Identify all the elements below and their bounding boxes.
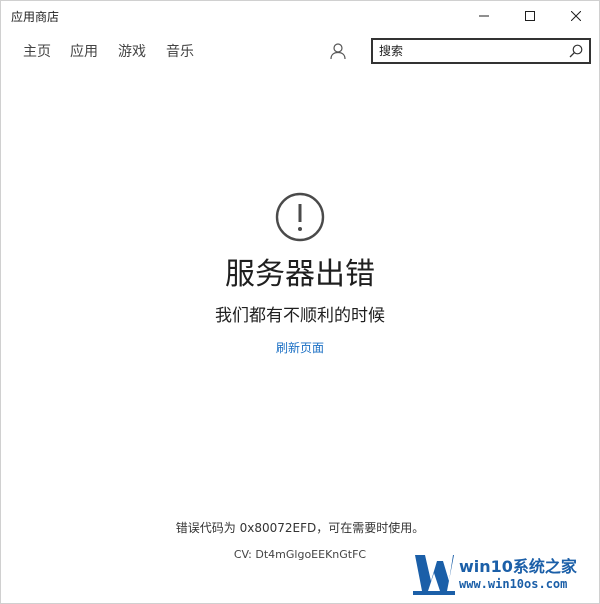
watermark: win10系统之家 www.win10os.com bbox=[413, 549, 597, 601]
error-title: 服务器出错 bbox=[225, 257, 375, 292]
maximize-button[interactable] bbox=[507, 1, 553, 31]
minimize-icon bbox=[479, 15, 489, 17]
search-button[interactable] bbox=[567, 42, 585, 60]
error-code-text: 错误代码为 0x80072EFD，可在需要时使用。 bbox=[175, 521, 425, 535]
app-window: 应用商店 主页 应用 游戏 音乐 搜索 服务器出错 我们都有不顺利的时候 刷新页… bbox=[0, 0, 600, 604]
minimize-button[interactable] bbox=[461, 1, 507, 31]
tab-home[interactable]: 主页 bbox=[23, 41, 51, 61]
nav-bar: 主页 应用 游戏 音乐 bbox=[1, 31, 599, 71]
tab-music[interactable]: 音乐 bbox=[166, 41, 194, 61]
watermark-url: www.win10os.com bbox=[459, 577, 568, 591]
tab-apps[interactable]: 应用 bbox=[70, 41, 98, 61]
exclamation-circle-icon bbox=[275, 192, 325, 242]
close-icon bbox=[571, 11, 581, 21]
refresh-page-link[interactable]: 刷新页面 bbox=[276, 339, 324, 356]
watermark-logo-icon bbox=[413, 555, 455, 595]
error-subtitle: 我们都有不顺利的时候 bbox=[215, 306, 385, 326]
search-box bbox=[371, 38, 591, 64]
watermark-title: win10系统之家 bbox=[459, 557, 577, 576]
close-button[interactable] bbox=[553, 1, 599, 31]
window-title: 应用商店 bbox=[11, 10, 60, 24]
title-bar: 应用商店 bbox=[1, 1, 599, 31]
tab-games[interactable]: 游戏 bbox=[118, 41, 146, 61]
search-icon bbox=[569, 44, 583, 58]
error-panel: 服务器出错 我们都有不顺利的时候 刷新页面 bbox=[1, 191, 599, 356]
account-button[interactable] bbox=[327, 40, 349, 62]
user-icon bbox=[330, 43, 346, 60]
maximize-icon bbox=[525, 11, 535, 21]
search-input[interactable] bbox=[379, 42, 559, 60]
